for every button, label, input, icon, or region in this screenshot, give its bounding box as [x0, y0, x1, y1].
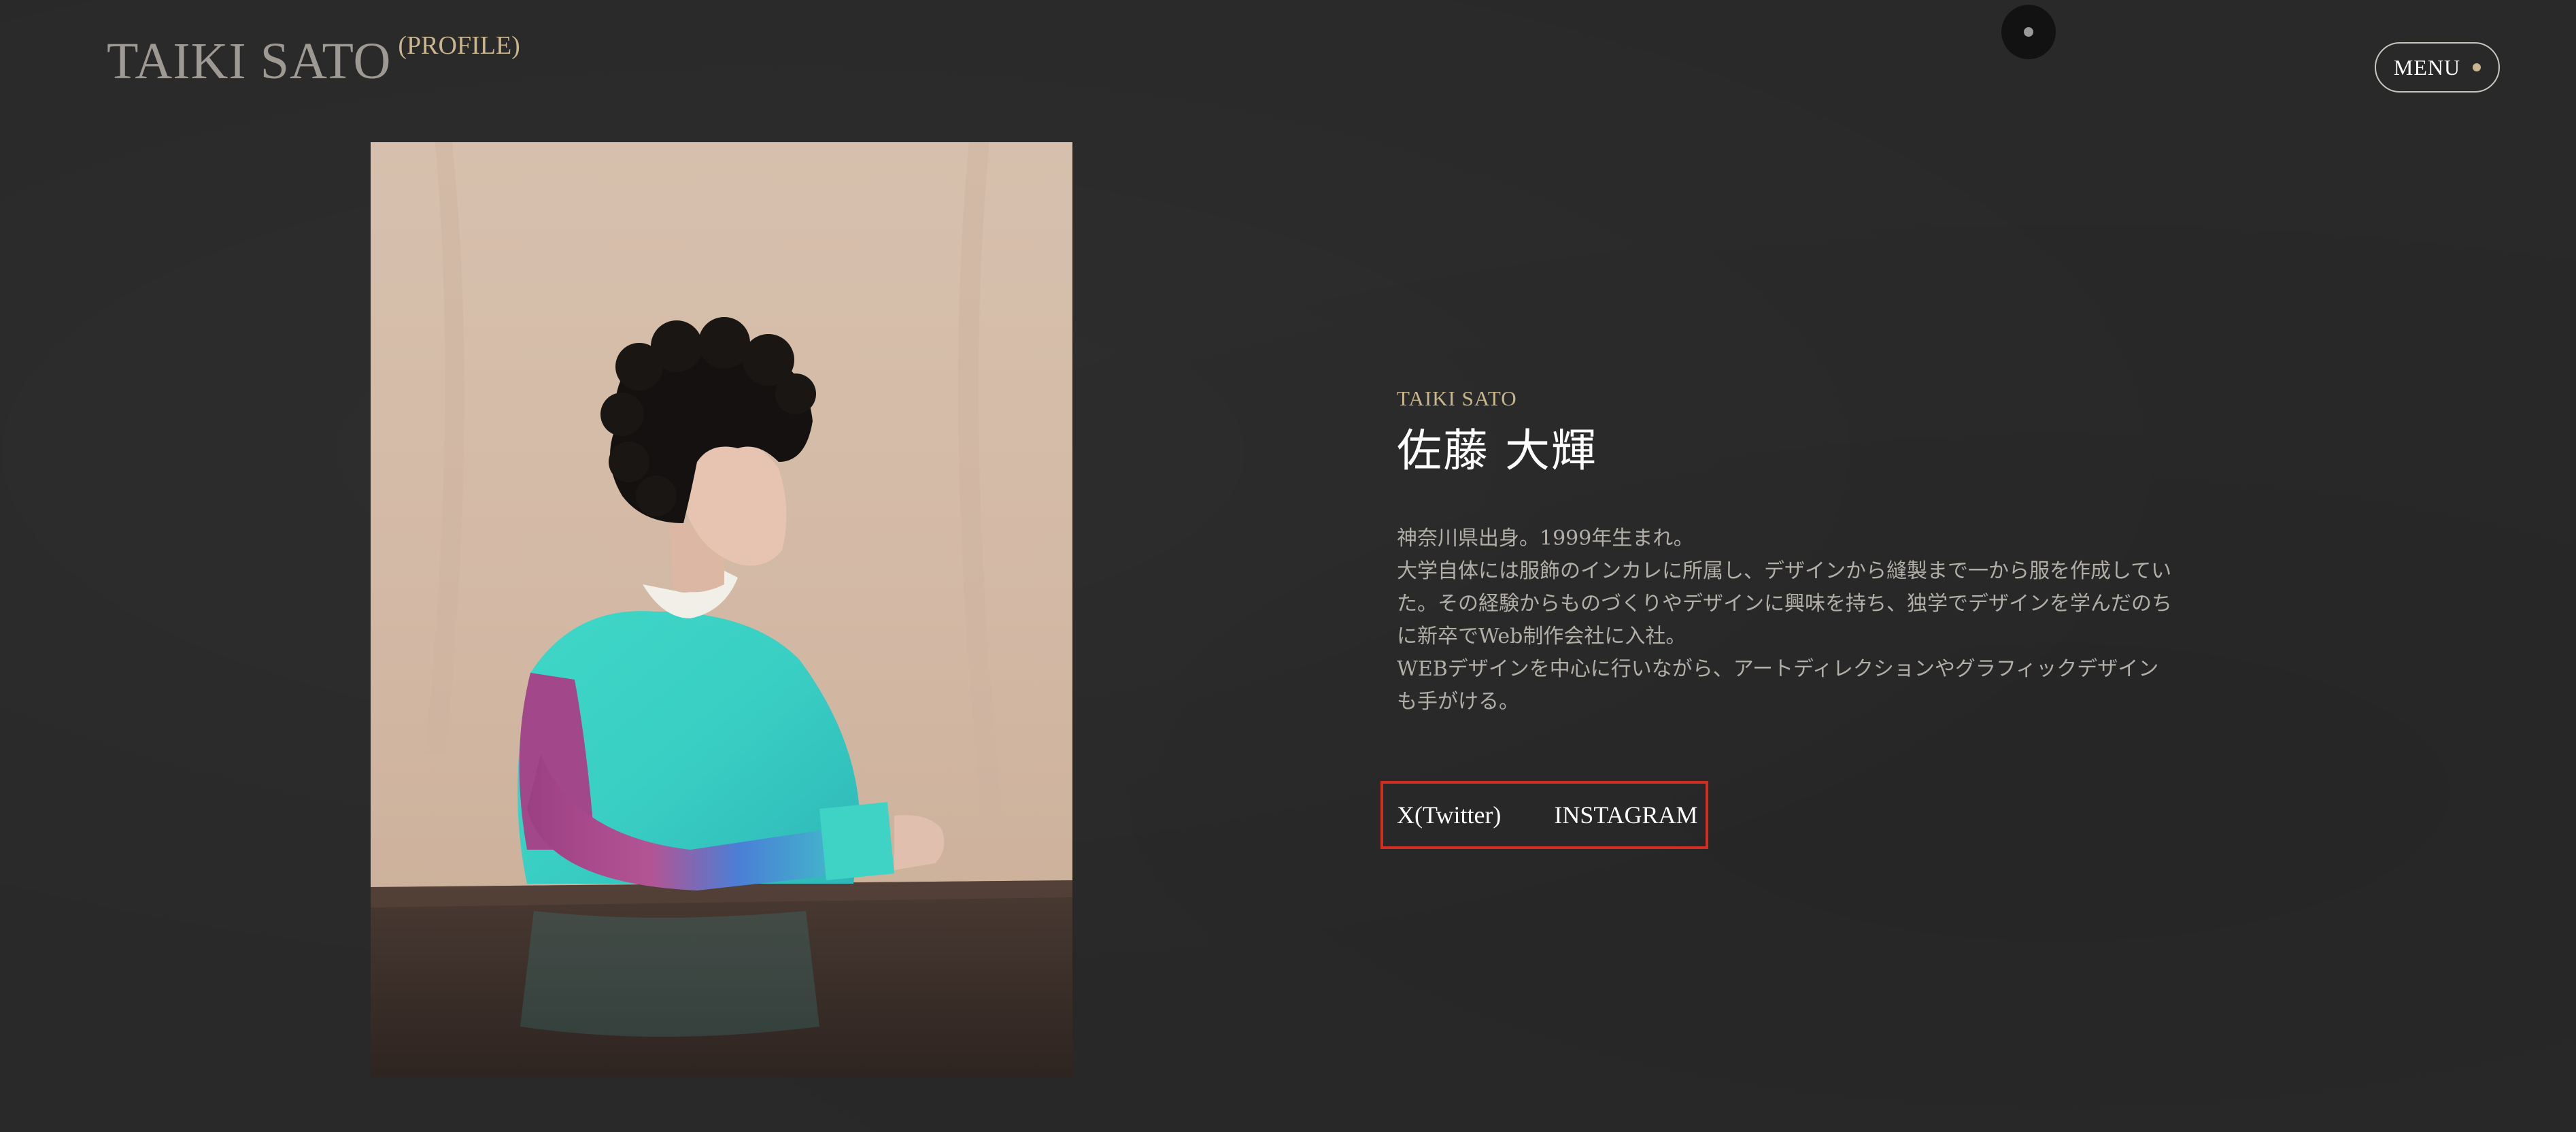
bio-line: に新卒でWeb制作会社に入社。 — [1397, 624, 1687, 648]
profile-name: 佐藤 大輝 — [1397, 424, 1597, 477]
profile-section: TAIKI SATO 佐藤 大輝 神奈川県出身。1999年生まれ。 大学自体には… — [1397, 388, 2226, 718]
brand-name: TAIKI SATO — [107, 33, 392, 90]
twitter-link[interactable]: X(Twitter) — [1397, 801, 1501, 829]
profile-romaji-name: TAIKI SATO — [1397, 386, 1517, 410]
bio-line: 神奈川県出身。1999年生まれ。 — [1397, 526, 1694, 550]
custom-cursor — [2001, 5, 2056, 59]
menu-dot-icon — [2473, 63, 2481, 71]
menu-label: MENU — [2393, 54, 2461, 80]
menu-button[interactable]: MENU — [2375, 42, 2500, 93]
cursor-center-dot — [2024, 27, 2033, 37]
bio-line: WEBデザインを中心に行いながら、アートディレクションやグラフィックデザイン — [1397, 656, 2159, 681]
social-links-highlight: X(Twitter) INSTAGRAM — [1380, 781, 1708, 849]
profile-photo — [371, 142, 1072, 1077]
profile-bio: 神奈川県出身。1999年生まれ。 大学自体には服飾のインカレに所属し、デザインか… — [1397, 522, 2226, 718]
bio-line: も手がける。 — [1397, 689, 1519, 714]
bio-line: 大学自体には服飾のインカレに所属し、デザインから縫製まで一から服を作成してい — [1397, 559, 2172, 583]
bio-line: た。その経験からものづくりやデザインに興味を持ち、独学でデザインを学んだのち — [1397, 591, 2172, 616]
brand-suffix: (PROFILE) — [398, 31, 520, 60]
instagram-link[interactable]: INSTAGRAM — [1554, 801, 1697, 829]
site-logo-link[interactable]: TAIKI SATO (PROFILE) — [107, 31, 520, 90]
